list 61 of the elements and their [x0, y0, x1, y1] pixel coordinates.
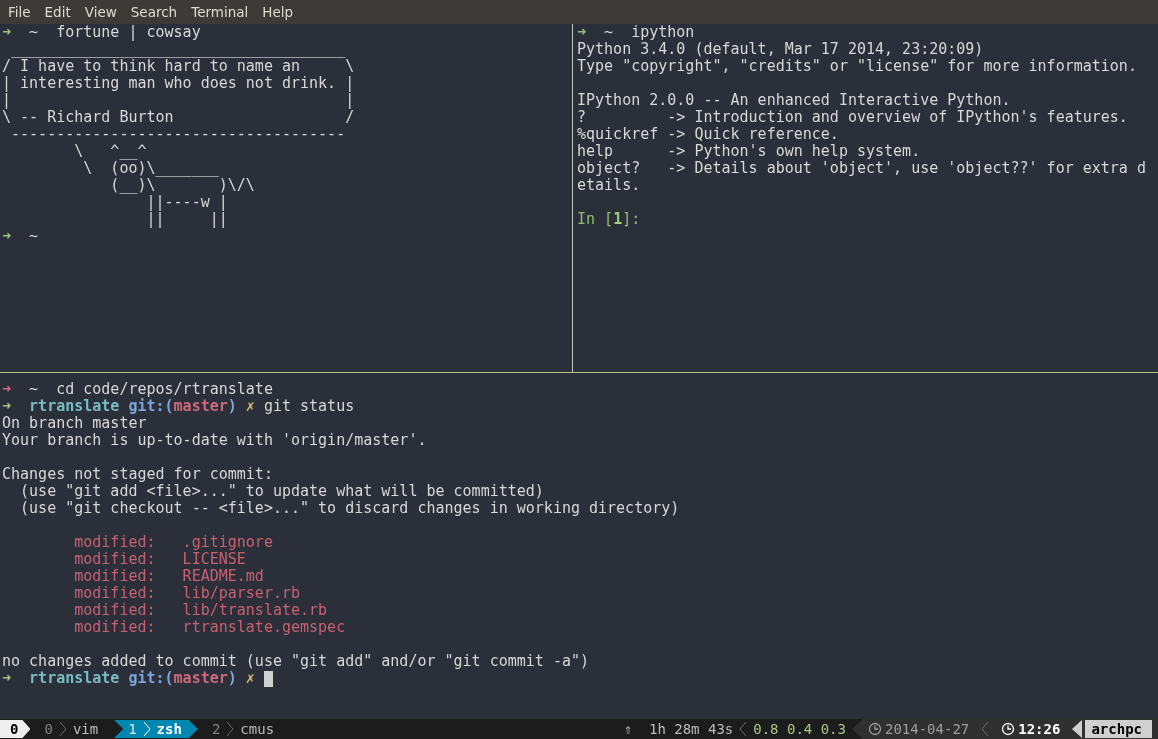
terminal-line: modified: README.md	[73, 568, 264, 585]
terminal-line: On branch master	[2, 415, 147, 432]
terminal-line: ➜ rtranslate git:(master) ✗	[2, 670, 255, 687]
menu-item[interactable]: Terminal	[184, 0, 256, 24]
terminal-line: | interesting man who does not drink. |	[2, 75, 355, 92]
menu-item[interactable]: Edit	[37, 0, 78, 24]
menu-item[interactable]: File	[1, 0, 38, 24]
terminal-line: | |	[2, 92, 355, 109]
terminal-line: \ (oo)\_______	[82, 160, 219, 177]
uptime-text: ⇑ 1h 28m 43s	[622, 721, 735, 737]
terminal-line: (use "git add <file>..." to update what will be committed)	[19, 483, 544, 500]
terminal-line: %quickref -> Quick reference.	[577, 126, 839, 143]
terminal-line: || ||	[145, 211, 228, 228]
chevron-icon	[58, 721, 67, 737]
terminal-line: modified: .gitignore	[73, 534, 273, 551]
terminal-line: (use "git checkout -- <file>..." to discard changes in working directory)	[19, 500, 680, 517]
terminal-line: modified: lib/parser.rb	[73, 585, 300, 602]
terminal-line: ➜ ~ ipython	[577, 24, 695, 41]
terminal-line: Python 3.4.0 (default, Mar 17 2014, 23:20:09)	[577, 41, 984, 58]
window-tab[interactable]: 1 zsh	[114, 720, 198, 738]
menu-item[interactable]: Search	[123, 0, 185, 24]
chevron-icon	[226, 721, 235, 737]
chevron-icon	[142, 721, 151, 737]
terminal-line: Type "copyright", "credits" or "license" for more information.	[577, 58, 1137, 75]
terminal-line: IPython 2.0.0 -- An enhanced Interactive Python.	[577, 92, 1011, 109]
terminal-line: modified: lib/translate.rb	[73, 602, 328, 619]
terminal-line: modified: rtranslate.gemspec	[73, 619, 346, 636]
terminal-line: ➜ rtranslate git:(master) ✗ git status	[2, 398, 355, 415]
clock-icon	[867, 722, 882, 736]
terminal-line: \ -- Richard Burton /	[2, 109, 355, 126]
terminal-line: Changes not staged for commit:	[2, 466, 273, 483]
chevron-icon	[981, 721, 990, 737]
terminal-line: (__)\ )\/\	[109, 177, 255, 194]
window-tab[interactable]: 2 cmus	[197, 720, 291, 738]
terminal-line: _____________________________________	[10, 41, 346, 58]
terminal-line: \ ^__^	[73, 143, 147, 160]
terminal-line: -------------------------------------	[10, 126, 346, 143]
terminal-line: ||----w |	[146, 194, 228, 211]
clock-icon	[1001, 722, 1016, 736]
window-tab[interactable]: 0 vim	[30, 720, 115, 738]
terminal-line: object? -> Details about 'object', use 'object??' for extra d	[577, 160, 1146, 177]
separator-icon	[1072, 720, 1083, 738]
terminal-line: etails.	[577, 177, 641, 194]
terminal-line: ➜ ~ cd code/repos/rtranslate	[2, 381, 273, 398]
terminal-line: ? -> Introduction and overview of IPython's features.	[577, 109, 1128, 126]
terminal-line: Your branch is up-to-date with 'origin/master'.	[2, 432, 427, 449]
load-average: 0.8 0.4 0.3	[752, 721, 847, 737]
menu-item[interactable]: View	[77, 0, 124, 24]
host-label: archpc	[1085, 720, 1152, 738]
terminal-line: help -> Python's own help system.	[577, 143, 921, 160]
date-text: 2014-04-27	[884, 721, 970, 737]
time-text: 12:26	[1018, 721, 1061, 737]
terminal-line: ➜ ~ fortune | cowsay	[2, 24, 201, 41]
chevron-icon	[739, 721, 748, 737]
terminal-line: / I have to think hard to name an \	[2, 58, 355, 75]
terminal-line: ➜ ~	[2, 228, 39, 245]
session-label: 0	[0, 720, 31, 738]
terminal-line: no changes added to commit (use "git add" and/or "git commit -a")	[2, 653, 589, 670]
menu-item[interactable]: Help	[255, 0, 301, 24]
terminal-line: In [1]:	[577, 211, 641, 228]
terminal-line: modified: LICENSE	[73, 551, 246, 568]
